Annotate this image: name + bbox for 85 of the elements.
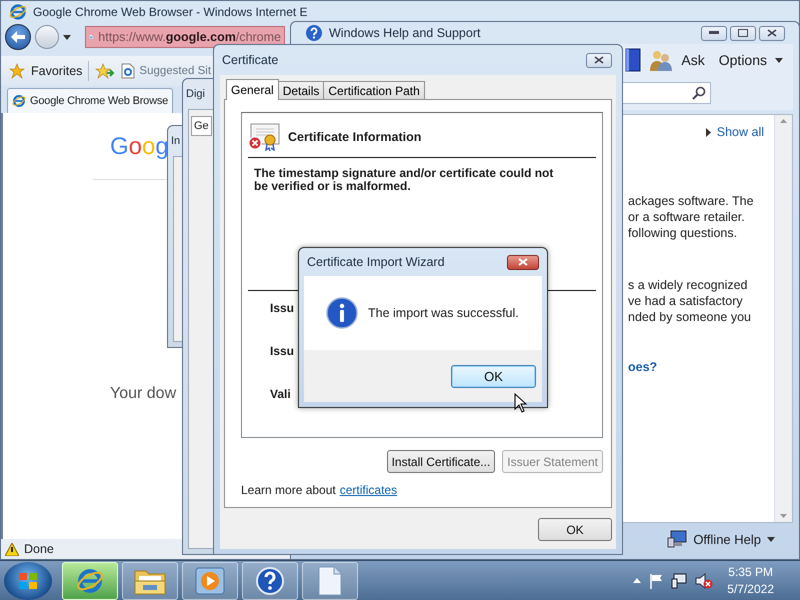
caret-icon xyxy=(775,58,783,62)
close-button[interactable] xyxy=(759,26,785,40)
help-text-line: ve had a satisfactory xyxy=(628,294,744,308)
window-title: Certificate xyxy=(222,53,278,67)
field-label: Vali xyxy=(270,387,291,401)
dialog-message: The import was successful. xyxy=(368,306,519,320)
scrollbar[interactable] xyxy=(774,115,792,522)
show-all-link[interactable]: Show all xyxy=(706,125,764,139)
computer-icon xyxy=(667,530,688,548)
help-text-line: s a widely recognized xyxy=(628,278,749,292)
browser-icon xyxy=(9,2,27,20)
maximize-button[interactable] xyxy=(730,26,756,40)
add-favorite-icon[interactable] xyxy=(95,63,116,79)
help-icon xyxy=(255,566,285,596)
ok-button[interactable]: OK xyxy=(451,364,536,388)
close-icon xyxy=(518,258,528,266)
status-text: Done xyxy=(24,542,54,556)
page-icon xyxy=(121,63,136,79)
window-title: In xyxy=(171,135,180,147)
triangle-icon xyxy=(706,128,711,136)
search-icon xyxy=(692,86,706,100)
field-label: Issu xyxy=(270,344,294,358)
learn-more-text: Learn more about xyxy=(241,483,336,497)
start-button[interactable] xyxy=(4,562,52,600)
clock-date[interactable]: 5/7/2022 xyxy=(727,580,774,598)
logo: Goog xyxy=(110,133,169,161)
logo-icon xyxy=(18,572,38,590)
flag-icon[interactable] xyxy=(649,572,664,588)
window-title: Google Chrome Web Browser - Windows Internet E xyxy=(33,4,308,18)
field-label: Issu xyxy=(270,301,294,315)
taskbar-button[interactable] xyxy=(62,562,118,600)
info-icon xyxy=(326,297,358,329)
tab[interactable]: General xyxy=(226,79,279,100)
close-button[interactable] xyxy=(586,52,612,68)
play-icon xyxy=(195,566,225,594)
help-text-line: following questions. xyxy=(628,226,738,240)
tab[interactable]: Details xyxy=(278,81,324,99)
certificates-link[interactable]: certificates xyxy=(340,483,398,497)
document-icon xyxy=(318,566,342,596)
help-text-line: or a software retailer. xyxy=(628,210,746,224)
close-icon xyxy=(767,29,777,37)
people-icon xyxy=(649,48,674,72)
muted-speaker-icon[interactable] xyxy=(695,572,714,588)
back-button[interactable] xyxy=(5,24,31,50)
favorites-button[interactable]: Favorites xyxy=(31,64,82,78)
address-bar[interactable]: https://www.google.com/chrome xyxy=(85,26,285,48)
options-button[interactable]: Options xyxy=(718,52,783,68)
help-icon xyxy=(305,24,323,42)
help-link[interactable]: oes? xyxy=(628,360,774,374)
certificate-error-icon xyxy=(248,123,280,151)
scroll-up-icon[interactable] xyxy=(780,119,787,123)
star-icon xyxy=(9,63,25,79)
close-icon xyxy=(594,56,604,64)
offline-help-button[interactable]: Offline Help xyxy=(667,530,775,548)
scroll-down-icon[interactable] xyxy=(780,514,787,518)
book-icon[interactable] xyxy=(625,48,642,72)
caret-icon xyxy=(767,536,775,542)
install-certificate-button[interactable]: Install Certificate... xyxy=(386,450,496,473)
suggested-sites-link[interactable]: Suggested Sit xyxy=(139,65,212,77)
help-text-line: ackages software. The xyxy=(628,194,755,208)
mouse-pointer-icon xyxy=(514,393,527,413)
browser-tab[interactable]: Google Chrome Web Browse xyxy=(7,88,174,113)
maximize-icon xyxy=(738,29,748,37)
show-hidden-icons[interactable] xyxy=(633,578,642,583)
help-text-line: nded by someone you xyxy=(628,310,752,324)
window-title: Windows Help and Support xyxy=(329,26,480,40)
window-title: Certificate Import Wizard xyxy=(307,255,445,269)
dialog-tab[interactable]: Ge xyxy=(191,116,212,136)
tab[interactable]: Certification Path xyxy=(323,81,425,99)
close-button[interactable] xyxy=(507,254,539,270)
section-heading: Certificate Information xyxy=(288,130,422,144)
network-icon[interactable] xyxy=(671,572,688,588)
back-arrow-icon xyxy=(11,31,25,43)
error-message: The timestamp signature and/or certificate could not be verified or is malformed. xyxy=(253,165,554,193)
warning-icon xyxy=(5,542,19,556)
ok-button[interactable]: OK xyxy=(538,518,612,541)
minimize-icon xyxy=(709,31,719,35)
ask-button[interactable]: Ask xyxy=(681,52,705,68)
window-title: Digi xyxy=(186,88,205,100)
browser-icon xyxy=(12,94,26,108)
minimize-button[interactable] xyxy=(701,26,727,40)
search-field[interactable] xyxy=(621,82,711,104)
browser-icon xyxy=(76,566,104,594)
page-text: Your dow xyxy=(110,385,176,403)
dropdown-caret-icon xyxy=(63,34,71,40)
